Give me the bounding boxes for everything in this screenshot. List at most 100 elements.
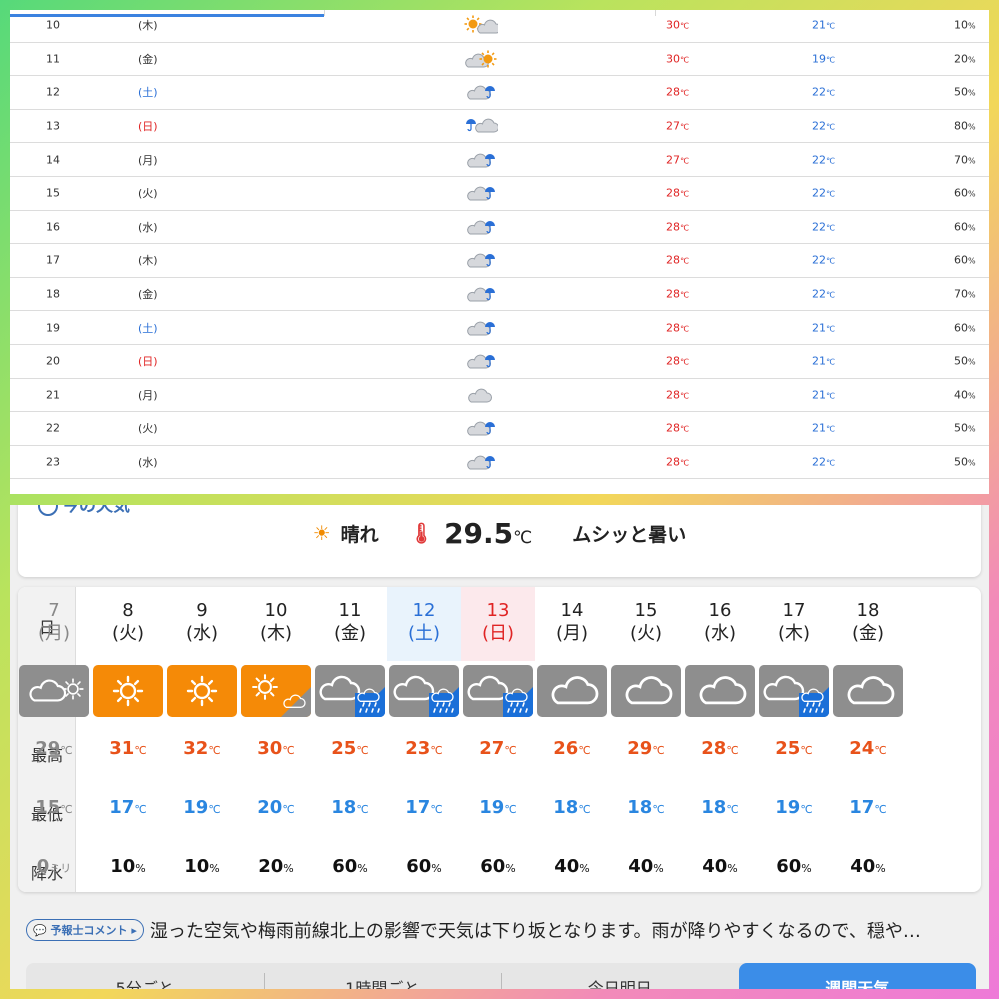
row-weekday: (火) [138, 422, 158, 436]
row-min-temp: 21℃ [812, 388, 835, 402]
weekly-forecast-grid[interactable]: 日 天気 最高 最低 降水 7(月)29℃15℃0ミリ8(火)31℃17℃10%… [18, 587, 981, 892]
forecast-day-header: 18 (金) [851, 600, 885, 644]
table-row: 11 (金) 30℃ 19℃ 20% [10, 43, 989, 77]
cloud-icon [537, 665, 607, 717]
cloud-rain-icon [462, 451, 498, 473]
row-rain-chance: 60% [954, 321, 976, 335]
forecast-day-column[interactable]: 17 (木) 25℃ 19℃ 60% [757, 587, 831, 892]
forecast-day-column[interactable]: 8 (火) 31℃ 17℃ 10% [91, 587, 165, 892]
row-day: 20 [46, 354, 60, 368]
forecast-day-header: 9 (水) [185, 600, 219, 644]
forecast-precipitation: 10% [184, 856, 220, 877]
row-max-temp: 30℃ [666, 18, 689, 32]
row-rain-chance: 40% [954, 388, 976, 402]
table-row: 22 (火) 28℃ 21℃ 50% [10, 412, 989, 446]
forecast-day-header: 14 (月) [555, 600, 589, 644]
forecast-min-temp: 19℃ [479, 797, 517, 818]
row-weekday: (金) [138, 52, 158, 66]
tab-5min[interactable]: 5分ごと [26, 963, 264, 989]
cloud-rain-icon [462, 149, 498, 171]
row-rain-chance: 20% [954, 52, 976, 66]
cloud-rain-icon [462, 81, 498, 103]
forecast-day-column[interactable]: 9 (水) 32℃ 19℃ 10% [165, 587, 239, 892]
row-weekday: (土) [138, 321, 158, 335]
row-min-temp: 21℃ [812, 354, 835, 368]
forecast-precipitation: 10% [110, 856, 146, 877]
tab-weekly[interactable]: 週間天気 [738, 963, 976, 989]
forecast-day-header: 17 (木) [777, 600, 811, 644]
row-min-temp: 22℃ [812, 287, 835, 301]
table-row: 23 (水) 28℃ 22℃ 50% [10, 446, 989, 480]
forecast-min-temp: 17℃ [849, 797, 887, 818]
table-row: 16 (水) 28℃ 22℃ 60% [10, 211, 989, 245]
row-min-temp: 22℃ [812, 253, 835, 267]
row-weekday: (土) [138, 86, 158, 100]
row-min-temp: 21℃ [812, 421, 835, 435]
row-day: 15 [46, 186, 60, 200]
cloud-icon [833, 665, 903, 717]
row-weekday: (月) [138, 388, 158, 402]
row-weekday: (木) [138, 254, 158, 268]
row-rain-chance: 70% [954, 287, 976, 301]
forecast-min-temp: 17℃ [109, 797, 147, 818]
row-max-temp: 28℃ [666, 253, 689, 267]
forecast-day-column[interactable]: 16 (水) 28℃ 18℃ 40% [683, 587, 757, 892]
table-row: 12 (土) 28℃ 22℃ 50% [10, 76, 989, 110]
row-min-temp: 22℃ [812, 119, 835, 133]
row-min-temp: 19℃ [812, 52, 835, 66]
cloud-sun-icon [19, 665, 89, 717]
row-max-temp: 28℃ [666, 287, 689, 301]
forecast-day-column[interactable]: 10 (木) 30℃ 20℃ 20% [239, 587, 313, 892]
forecast-min-temp: 17℃ [405, 797, 443, 818]
tab-hourly[interactable]: 1時間ごと [263, 963, 502, 989]
forecast-day-header: 12 (土) [387, 587, 461, 661]
cloud-rain-icon [462, 182, 498, 204]
forecast-precipitation: 60% [332, 856, 368, 877]
row-weekday: (水) [138, 220, 158, 234]
cloud-rain-icon [759, 665, 829, 717]
row-weekday: (金) [138, 288, 158, 302]
row-day: 19 [46, 321, 60, 335]
forecast-day-header: 13 (日) [461, 587, 535, 661]
cloud-rain-icon [462, 216, 498, 238]
forecast-max-temp: 29℃ [627, 738, 665, 759]
forecast-day-header: 11 (金) [333, 600, 367, 644]
forecast-day-column[interactable]: 11 (金) 25℃ 18℃ 60% [313, 587, 387, 892]
forecast-min-temp: 15℃ [35, 797, 73, 818]
forecast-day-column[interactable]: 7 (月) 29℃ 15℃ 0ミリ [18, 587, 91, 892]
forecast-day-column[interactable]: 12 (土) 23℃ 17℃ 60% [387, 587, 461, 892]
current-feeling: ムシッと暑い [572, 523, 687, 546]
forecaster-comment-text: 湿った空気や梅雨前線北上の影響で天気は下り坂となります。雨が降りやすくなるので、… [149, 921, 921, 942]
row-day: 10 [46, 18, 60, 32]
forecast-tabs: 5分ごと 1時間ごと 今日明日 週間天気 [26, 963, 976, 989]
row-max-temp: 28℃ [666, 85, 689, 99]
forecast-precipitation: 60% [776, 856, 812, 877]
row-max-temp: 28℃ [666, 186, 689, 200]
forecast-day-column[interactable]: 13 (日) 27℃ 19℃ 60% [461, 587, 535, 892]
forecast-max-temp: 32℃ [183, 738, 221, 759]
forecaster-comment[interactable]: 💬 予報士コメント ▸ 湿った空気や梅雨前線北上の影響で天気は下り坂となります。… [26, 917, 976, 943]
tab-today-tomorrow[interactable]: 今日明日 [501, 963, 739, 989]
sun-cloud-icon [462, 14, 498, 36]
row-max-temp: 27℃ [666, 153, 689, 167]
row-min-temp: 22℃ [812, 455, 835, 469]
forecast-day-column[interactable]: 15 (火) 29℃ 18℃ 40% [609, 587, 683, 892]
row-min-temp: 22℃ [812, 153, 835, 167]
row-day: 14 [46, 153, 60, 167]
row-rain-chance: 70% [954, 153, 976, 167]
forecast-max-temp: 28℃ [701, 738, 739, 759]
table-row: 10 (木) 30℃ 21℃ 10% [10, 10, 989, 43]
forecast-precipitation: 60% [480, 856, 516, 877]
forecast-day-column[interactable]: 18 (金) 24℃ 17℃ 40% [831, 587, 905, 892]
forecast-min-temp: 19℃ [775, 797, 813, 818]
forecast-day-header: 8 (火) [111, 600, 145, 644]
row-day: 17 [46, 253, 60, 267]
forecast-precipitation: 40% [554, 856, 590, 877]
forecast-max-temp: 27℃ [479, 738, 517, 759]
cloud-rain-icon [462, 317, 498, 339]
current-temperature: 29.5℃ [444, 516, 533, 550]
forecast-panel: 今の天気 ☀ 晴れ 🌡 29.5℃ ムシッと暑い 日 天気 最高 最低 降水 7… [10, 505, 989, 989]
forecast-day-column[interactable]: 14 (月) 26℃ 18℃ 40% [535, 587, 609, 892]
forecast-min-temp: 18℃ [627, 797, 665, 818]
row-day: 11 [46, 52, 60, 66]
